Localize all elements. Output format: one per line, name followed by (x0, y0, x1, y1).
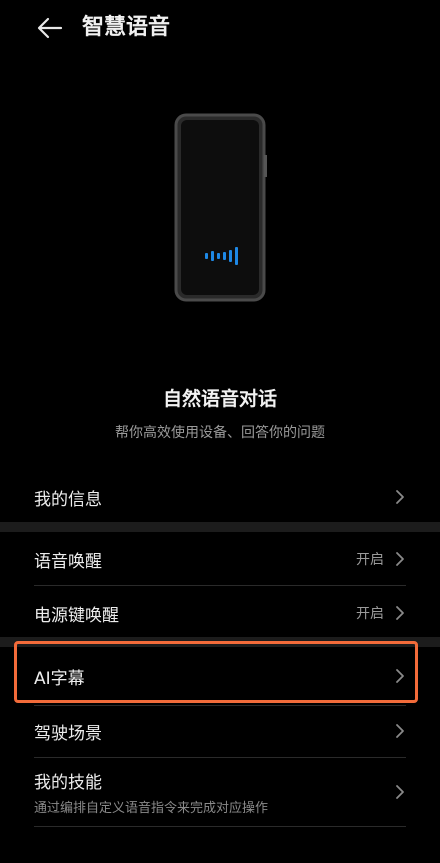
voice-wakeup-row[interactable]: 语音唤醒 开启 (34, 544, 406, 574)
chevron-right-icon (396, 552, 404, 566)
chevron-right-icon (396, 606, 404, 620)
highlight-box (14, 641, 418, 703)
chevron-right-icon (396, 724, 404, 738)
feature-headline: 自然语音对话 (162, 388, 277, 410)
row-text: 我的技能 通过编排自定义语音指令来完成对应操作 (34, 768, 268, 816)
row-divider (34, 757, 406, 758)
row-label: 我的信息 (34, 489, 102, 510)
driving-scene-row[interactable]: 驾驶场景 (34, 716, 406, 746)
row-divider (34, 826, 406, 827)
feature-subhead: 帮你高效使用设备、回答你的问题 (115, 425, 325, 441)
back-button[interactable] (34, 12, 66, 44)
row-label: 语音唤醒 (34, 551, 102, 572)
my-info-row[interactable]: 我的信息 (34, 482, 406, 512)
app-header: 智慧语音 (0, 0, 440, 56)
section-divider (0, 522, 440, 532)
row-label: 我的技能 (34, 773, 102, 793)
chevron-right-icon (396, 490, 404, 504)
page-title: 智慧语音 (82, 15, 171, 40)
row-value: 开启 (356, 606, 384, 622)
row-value: 开启 (356, 552, 384, 568)
power-key-wakeup-row[interactable]: 电源键唤醒 开启 (34, 598, 406, 628)
chevron-right-icon (396, 785, 404, 799)
phone-illustration (0, 100, 440, 320)
arrow-left-icon (37, 17, 63, 39)
my-skills-row[interactable]: 我的技能 通过编排自定义语音指令来完成对应操作 (34, 768, 406, 816)
row-label: 驾驶场景 (34, 723, 102, 744)
row-divider (34, 705, 406, 706)
row-description: 通过编排自定义语音指令来完成对应操作 (34, 801, 269, 816)
row-divider (34, 585, 406, 586)
row-label: 电源键唤醒 (34, 605, 119, 626)
